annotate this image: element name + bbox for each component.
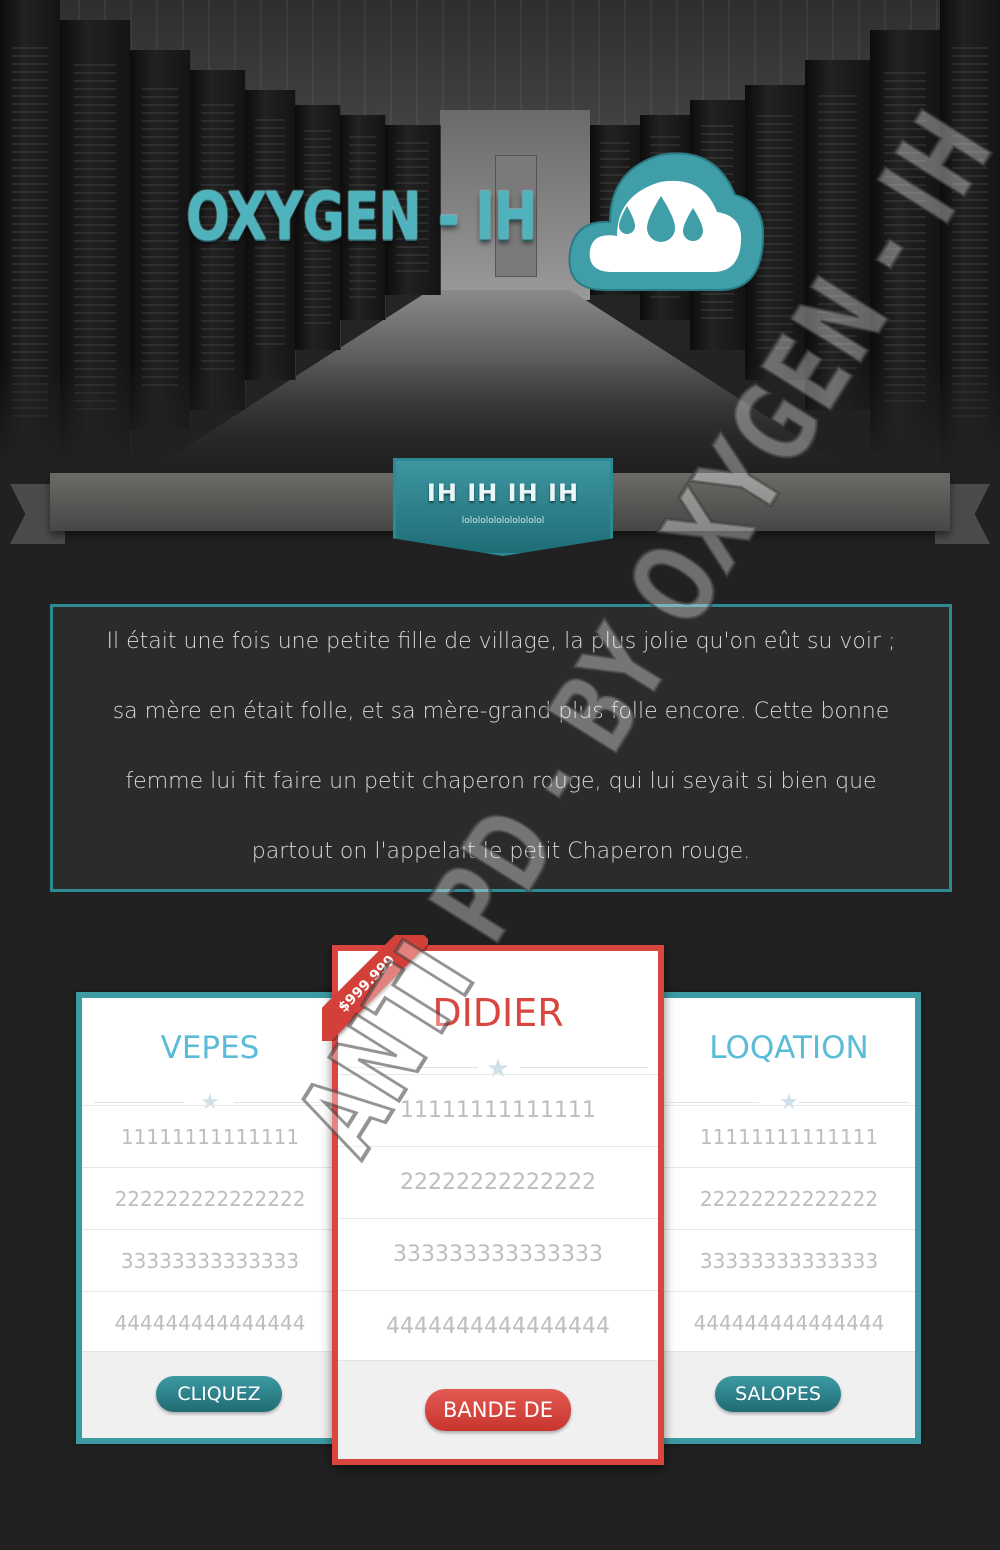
price-ribbon: $999.999 — [322, 935, 428, 1041]
feature-row: 22222222222222 — [663, 1167, 915, 1229]
feature-row: 11111111111111 — [663, 1105, 915, 1167]
card-footer: CLIQUEZ — [82, 1351, 338, 1438]
feature-row: 333333333333333 — [338, 1218, 658, 1290]
card-footer: BANDE DE — [338, 1360, 658, 1459]
feature-row: 33333333333333 — [663, 1229, 915, 1291]
divider — [520, 1067, 648, 1068]
divider — [234, 1102, 334, 1103]
story-box: Il était une fois une petite fille de vi… — [50, 604, 952, 892]
feature-row: 11111111111111 — [82, 1105, 338, 1167]
feature-row: 444444444444444 — [663, 1291, 915, 1353]
server-rack — [805, 60, 871, 410]
feature-row: 222222222222222 — [82, 1167, 338, 1229]
logo-text: OXYGEN - IH — [186, 178, 537, 255]
feature-row: 4444444444444444 — [338, 1290, 658, 1362]
bande-de-button[interactable]: BANDE DE — [425, 1389, 571, 1431]
ribbon-badge: IH IH IH IH lolololololololololol — [393, 458, 613, 556]
story-line: sa mère en était folle, et sa mère-grand… — [112, 699, 890, 724]
feature-row: 11111111111111 — [338, 1074, 658, 1146]
feature-row: 22222222222222 — [338, 1146, 658, 1218]
story-line: Il était une fois une petite fille de vi… — [106, 629, 896, 654]
card-footer: SALOPES — [663, 1351, 915, 1438]
hero-banner: OXYGEN - IH — [0, 0, 1000, 470]
divider — [799, 1102, 909, 1103]
story-line: partout on l'appelait le petit Chaperon … — [251, 839, 751, 864]
card-title: VEPES — [160, 1030, 260, 1066]
pricing-card-loqation: LOQATION ★ 11111111111111 22222222222222… — [663, 992, 921, 1444]
story-line: femme lui fit faire un petit chaperon ro… — [125, 769, 877, 794]
cliquez-button[interactable]: CLIQUEZ — [156, 1376, 282, 1412]
feature-row: 33333333333333 — [82, 1229, 338, 1291]
salopes-button[interactable]: SALOPES — [715, 1376, 841, 1412]
badge-subtitle: lolololololololololol — [461, 516, 545, 526]
pricing-card-vepes: VEPES ★ 11111111111111 222222222222222 3… — [76, 992, 338, 1444]
badge-title: IH IH IH IH — [426, 479, 580, 507]
price-tag-label: $999.999 — [322, 935, 428, 1041]
feature-row: 444444444444444 — [82, 1291, 338, 1353]
cloud-rain-icon — [568, 152, 765, 291]
hero-fade — [0, 360, 1000, 470]
card-title: LOQATION — [709, 1030, 869, 1066]
